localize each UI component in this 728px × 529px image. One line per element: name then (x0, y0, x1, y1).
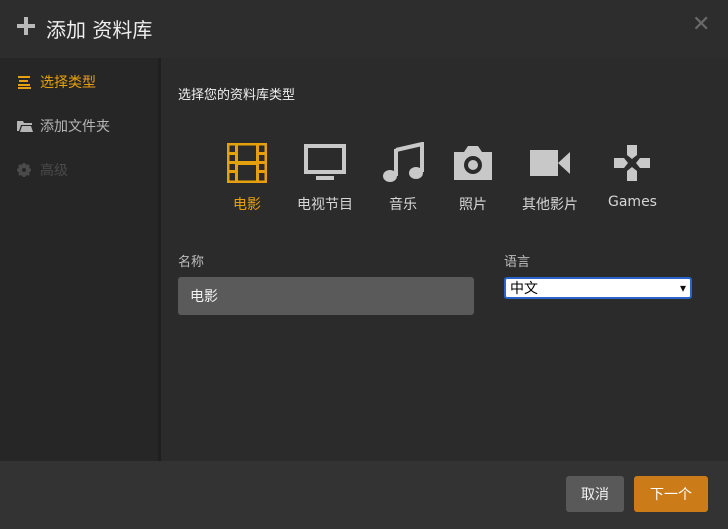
type-other-videos[interactable]: 其他影片 (522, 142, 578, 214)
type-label: 音乐 (389, 197, 417, 213)
folder-icon (17, 119, 33, 133)
gear-icon (17, 163, 32, 177)
sidebar-item-advanced: 高级 (17, 159, 68, 181)
type-label: 电影 (233, 197, 261, 213)
sidebar-item-add-folder[interactable]: 添加文件夹 (17, 115, 110, 137)
sidebar-item-label: 选择类型 (40, 75, 96, 91)
camera-icon (452, 142, 494, 184)
type-music[interactable]: 音乐 (382, 142, 424, 214)
music-icon (382, 142, 424, 184)
close-icon[interactable]: ✕ (692, 14, 710, 36)
tv-icon (297, 142, 353, 184)
chevron-down-icon: ▾ (679, 281, 686, 295)
type-label: 电视节目 (297, 197, 353, 213)
type-label: 其他影片 (522, 197, 578, 213)
sidebar: 选择类型 添加文件夹 高级 (0, 58, 158, 461)
cancel-button[interactable]: 取消 (566, 476, 624, 512)
language-label: 语言 (504, 255, 531, 270)
type-photos[interactable]: 照片 (452, 142, 494, 214)
dialog-title: 添加 资料库 (46, 18, 153, 42)
type-games[interactable]: Games (608, 142, 657, 210)
gamepad-icon (608, 142, 656, 184)
dialog-header: 添加 资料库 ✕ (0, 0, 728, 58)
type-movie[interactable]: 电影 (227, 142, 267, 214)
name-label: 名称 (178, 255, 205, 270)
main-panel: 选择您的资料库类型 电影 电视节目 音乐 照片 其他影片 Games 名称 电影… (161, 58, 728, 461)
type-label: 照片 (459, 197, 487, 213)
dialog-footer: 取消 下一个 (0, 461, 728, 529)
type-tv-shows[interactable]: 电视节目 (297, 142, 353, 214)
type-prompt: 选择您的资料库类型 (178, 88, 296, 103)
sidebar-item-label: 高级 (40, 163, 68, 179)
name-input[interactable] (178, 277, 474, 315)
sidebar-item-select-type[interactable]: 选择类型 (17, 71, 96, 93)
list-icon (17, 75, 32, 89)
type-label: Games (608, 194, 657, 210)
language-selected-value: 中文 (510, 281, 538, 297)
next-button[interactable]: 下一个 (634, 476, 708, 512)
sidebar-item-label: 添加文件夹 (40, 119, 110, 135)
film-icon (227, 142, 267, 184)
video-camera-icon (522, 142, 578, 184)
plus-icon (17, 17, 35, 35)
language-select[interactable]: 中文 ▾ (504, 277, 692, 299)
